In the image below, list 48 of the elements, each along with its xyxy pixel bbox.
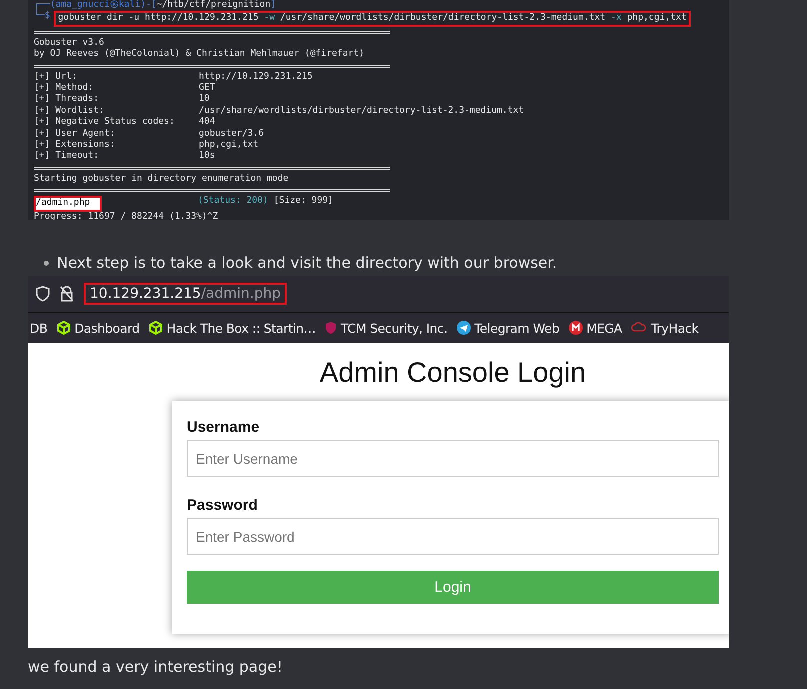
setting-value: /usr/share/wordlists/dirbuster/directory-list-2.3-medium.txt <box>199 106 524 117</box>
bookmark[interactable]: Dashboard <box>56 320 140 336</box>
terminal-line: by OJ Reeves (@TheColonial) & Christian Mehlmauer (@firefart) <box>34 49 365 61</box>
setting-value: 10 <box>199 94 210 106</box>
terminal-line: Starting gobuster in directory enumeration mode <box>34 174 289 186</box>
setting-label: [+] Negative Status codes: <box>34 117 176 129</box>
caption-text: we found a very interesting page! <box>28 658 284 676</box>
bookmark[interactable]: Telegram Web <box>456 320 560 336</box>
lock-icon <box>60 286 74 302</box>
result-status: (Status: 200) <box>198 196 268 208</box>
bullet-text: Next step is to take a look and visit the directory with our browser. <box>57 254 558 272</box>
bookmark[interactable]: DB <box>30 320 48 336</box>
result-size: [Size: 999] <box>272 196 334 208</box>
field-label: Username <box>187 419 261 436</box>
setting-label: [+] Extensions: <box>34 140 116 151</box>
setting-value: GET <box>199 83 216 94</box>
bookmark[interactable]: MEGA <box>568 320 622 336</box>
shield-icon <box>36 286 50 302</box>
cube-icon <box>56 321 71 335</box>
bookmark[interactable]: TCM Security, Inc. <box>324 320 448 336</box>
cube-icon <box>148 321 163 335</box>
setting-label: [+] Threads: <box>34 94 100 106</box>
input-field[interactable]: Enter Password <box>187 518 719 555</box>
bullet-icon <box>44 260 49 266</box>
setting-value: php,cgi,txt <box>199 140 259 151</box>
setting-value: 10s <box>199 151 216 163</box>
setting-label: [+] Timeout: <box>34 151 100 163</box>
input-field[interactable]: Enter Username <box>187 440 719 477</box>
bookmark[interactable]: TryHack <box>631 320 699 336</box>
terminal-line: Gobuster v3.6 <box>34 38 104 49</box>
setting-value: gobuster/3.6 <box>199 128 264 140</box>
terminal-prompt: ┌──(ama_gnucci㉿kali)-[~/htb/ctf/preignition] <box>34 0 276 10</box>
bookmark[interactable]: Hack The Box :: Startin… <box>148 320 316 336</box>
page-title: Admin Console Login <box>318 357 588 389</box>
setting-value: 404 <box>199 117 216 129</box>
setting-label: [+] Url: <box>34 72 78 83</box>
field-label: Password <box>187 497 259 514</box>
setting-label: [+] Wordlist: <box>34 106 106 117</box>
shield-icon <box>324 321 337 335</box>
result-path: /admin.php <box>34 196 102 212</box>
paper-plane-icon <box>456 321 471 335</box>
address-bar[interactable]: 10.129.231.215/admin.php <box>84 283 288 305</box>
setting-value: http://10.129.231.215 <box>199 72 313 83</box>
prompt-sign: └─$ <box>34 11 50 24</box>
terminal-command: gobuster dir -u http://10.129.231.215 -w /usr/share/wordlists/dirbuster/directory-list-2.3-medium.txt -x php,cgi,txt <box>54 11 691 27</box>
m-circle-icon <box>568 321 583 335</box>
setting-label: [+] Method: <box>34 83 95 94</box>
setting-label: [+] User Agent: <box>34 128 116 140</box>
